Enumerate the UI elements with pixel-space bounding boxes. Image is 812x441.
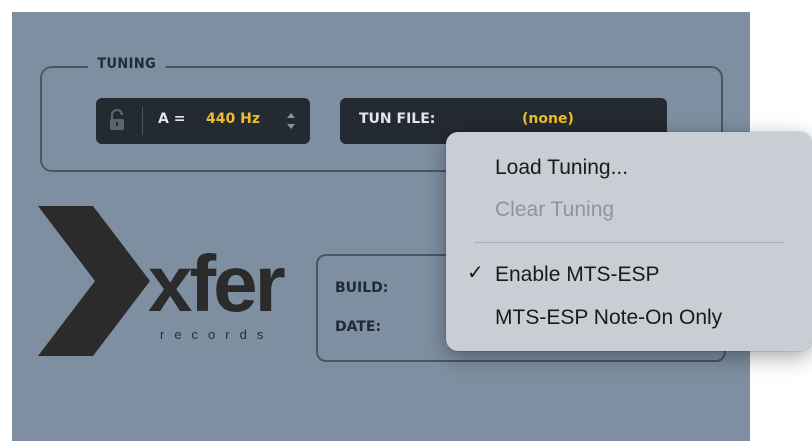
pitch-value[interactable]: 440 Hz (206, 111, 260, 127)
tun-file-label: TUN FILE: (359, 111, 436, 127)
lock-icon[interactable] (109, 109, 125, 131)
logo-subtitle: records (160, 327, 274, 342)
menu-item-enable-mts-esp[interactable]: Enable MTS-ESP (495, 263, 660, 287)
build-label: BUILD: (335, 280, 389, 296)
tun-file-value[interactable]: (none) (522, 111, 574, 127)
tuning-context-menu: Load Tuning... Clear Tuning ✓ Enable MTS… (446, 132, 812, 351)
date-label: DATE: (335, 319, 382, 335)
menu-item-mts-esp-note-on-only[interactable]: MTS-ESP Note-On Only (495, 306, 722, 330)
reference-pitch-field[interactable]: A = 440 Hz (96, 98, 310, 144)
menu-item-load-tuning[interactable]: Load Tuning... (495, 156, 628, 180)
pitch-label: A = (158, 111, 186, 127)
menu-separator (474, 242, 784, 243)
field-divider (142, 107, 143, 135)
tuning-group-label: TUNING (88, 56, 166, 72)
logo-wordmark: xfer (148, 239, 286, 328)
menu-item-clear-tuning: Clear Tuning (495, 198, 615, 221)
checkmark-icon: ✓ (467, 260, 484, 284)
stepper-icon[interactable] (286, 110, 296, 132)
